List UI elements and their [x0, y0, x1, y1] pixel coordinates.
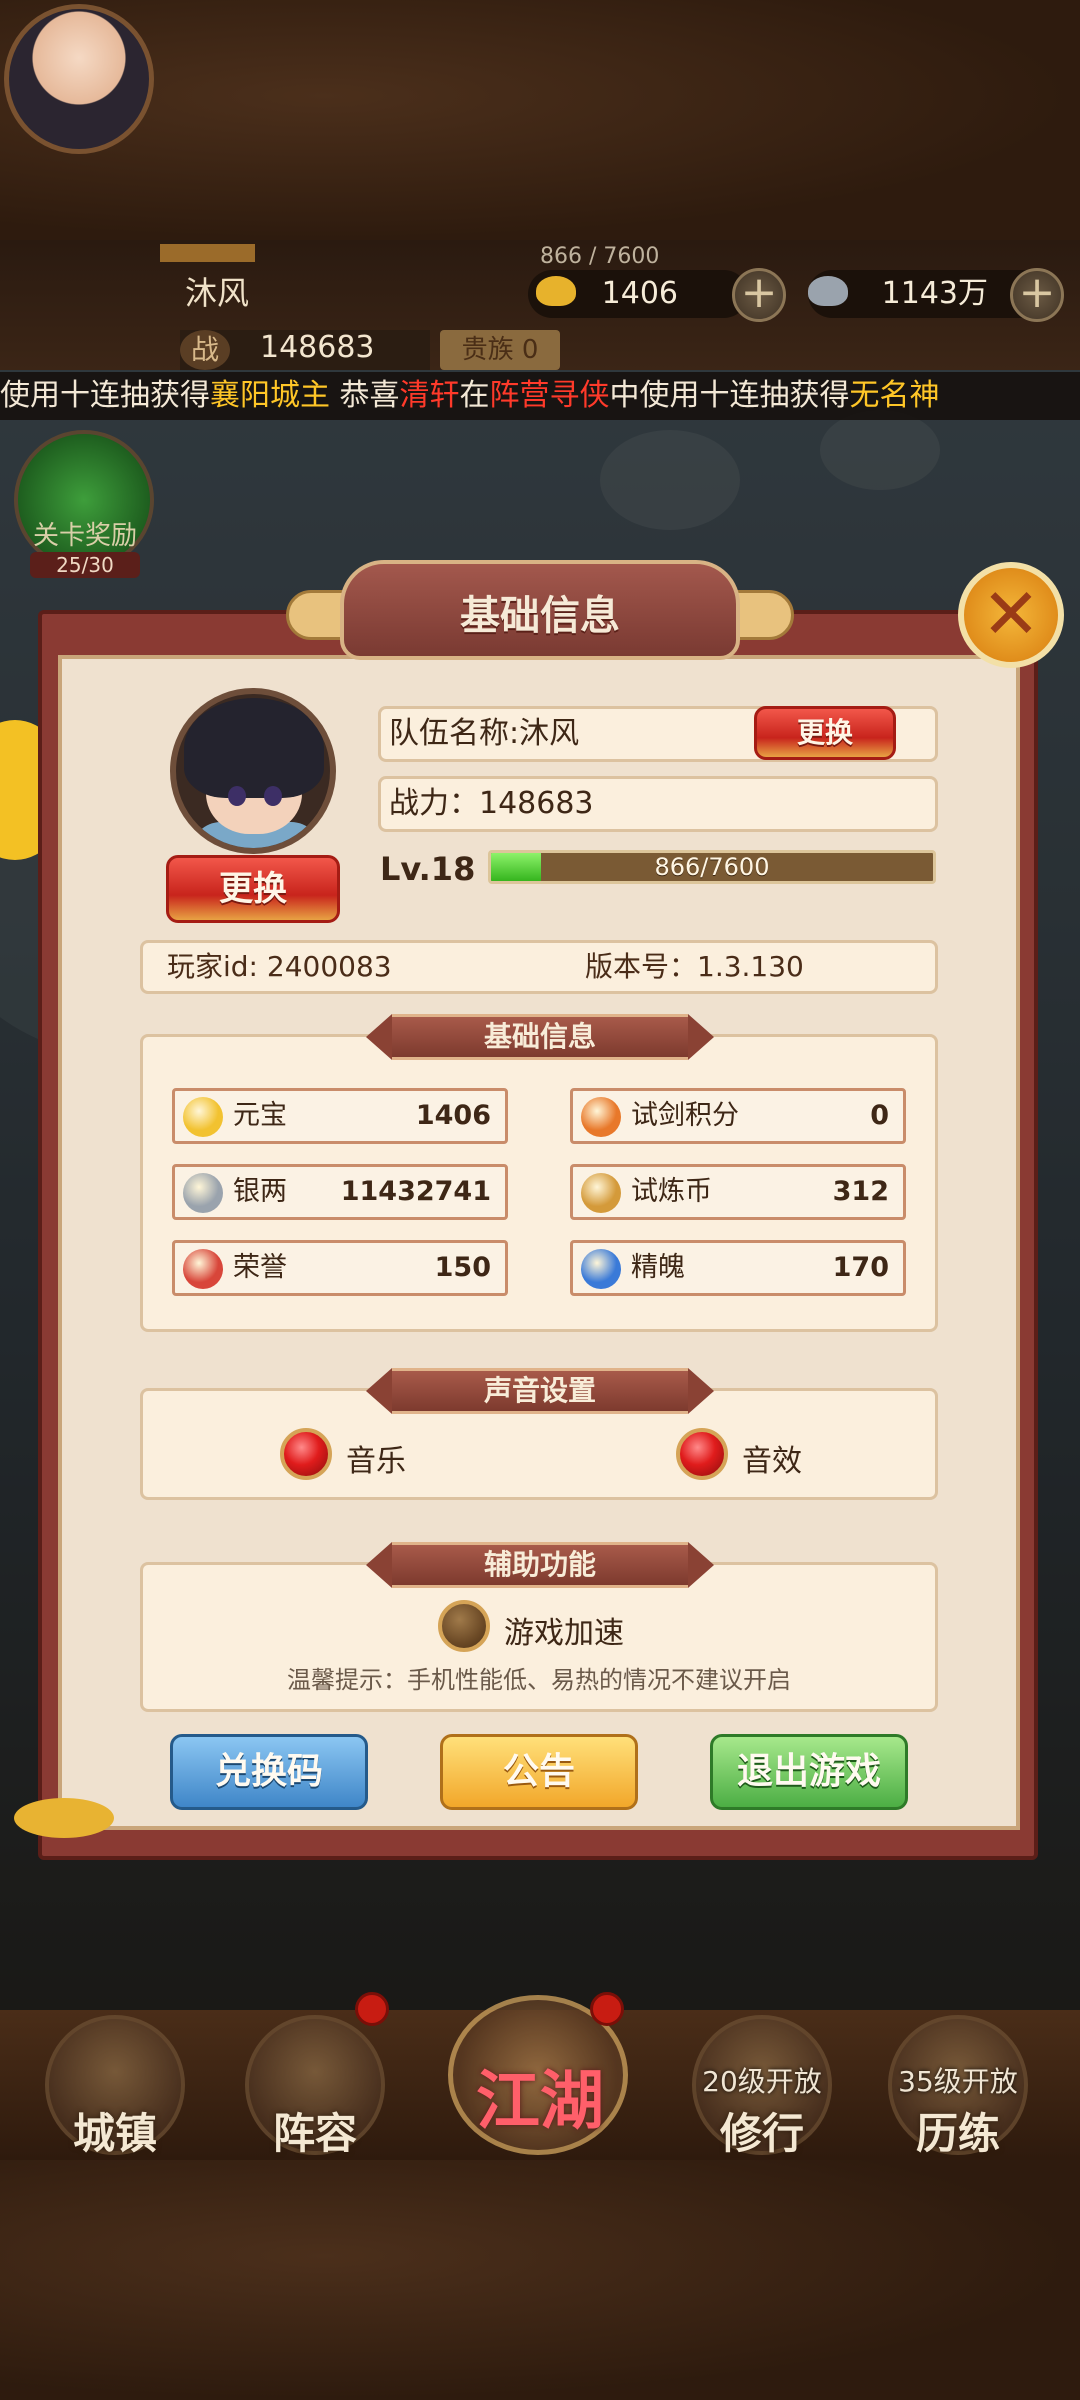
jianghu-notification-dot — [590, 1992, 624, 2026]
xp-progress-bar: 866/7600 — [488, 850, 936, 884]
ticker-highlight: 清轩 — [399, 378, 460, 413]
music-toggle[interactable] — [280, 1428, 332, 1480]
power-text: 战力：148683 — [389, 786, 594, 821]
close-modal-button[interactable]: ✕ — [958, 562, 1064, 668]
resource-card: 试剑积分 0 — [570, 1088, 906, 1144]
resource-value: 150 — [434, 1252, 491, 1283]
sfx-toggle[interactable] — [676, 1428, 728, 1480]
resource-value: 0 — [870, 1100, 889, 1131]
lineup-notification-dot — [355, 1992, 389, 2026]
assist-functions-ribbon: 辅助功能 — [366, 1542, 714, 1588]
resource-value: 1406 — [415, 1100, 491, 1131]
bottom-letterbox — [0, 2160, 1080, 2400]
trial-coin-icon — [581, 1173, 621, 1213]
xp-progress-text: 866/7600 — [654, 853, 770, 881]
level-label: Lv.18 — [380, 850, 476, 888]
ticker-highlight: 襄阳城主 — [210, 378, 330, 413]
ticker-text: 恭喜 — [330, 378, 400, 413]
version-text: 版本号：1.3.130 — [585, 950, 804, 983]
ticker-text: 使用十连抽获得 — [0, 378, 210, 413]
honor-icon — [183, 1249, 223, 1289]
resource-name: 精魄 — [631, 1252, 685, 1283]
hud-player-name: 沐风 — [185, 274, 250, 312]
resource-value: 170 — [832, 1252, 889, 1283]
speedup-toggle[interactable] — [438, 1600, 490, 1652]
logout-button[interactable]: 退出游戏 — [710, 1734, 908, 1810]
resource-name: 试炼币 — [631, 1176, 712, 1207]
soul-icon — [581, 1249, 621, 1289]
hud-exp-bar — [160, 244, 255, 262]
sword-trial-icon — [581, 1097, 621, 1137]
ticker-highlight: 阵营寻侠 — [489, 378, 610, 413]
resource-card: 试炼币 312 — [570, 1164, 906, 1220]
resource-name: 元宝 — [233, 1100, 287, 1131]
close-icon: ✕ — [981, 573, 1041, 655]
music-label: 音乐 — [346, 1444, 406, 1479]
top-letterbox — [0, 0, 1080, 240]
redeem-code-button[interactable]: 兑换码 — [170, 1734, 368, 1810]
resource-name: 银两 — [233, 1176, 287, 1207]
hud-player-avatar[interactable] — [4, 4, 154, 154]
player-id-text: 玩家id: 2400083 — [167, 950, 392, 983]
sfx-label: 音效 — [742, 1444, 802, 1479]
basic-info-ribbon: 基础信息 — [366, 1014, 714, 1060]
sound-settings-ribbon: 声音设置 — [366, 1368, 714, 1414]
noble-button[interactable]: 贵族 0 — [440, 330, 560, 370]
stage-reward-count: 25/30 — [30, 552, 140, 578]
add-silver-button[interactable]: + — [1010, 268, 1064, 322]
player-id-row: 玩家id: 2400083 版本号：1.3.130 — [140, 940, 938, 994]
announcement-ticker: 使用十连抽获得襄阳城主 恭喜清轩在阵营寻侠中使用十连抽获得无名神 — [0, 372, 1080, 420]
change-team-name-button[interactable]: 更换 — [754, 706, 896, 760]
hud-silver-value: 1143万 — [881, 276, 988, 311]
stage-reward-label: 关卡奖励 — [32, 521, 137, 551]
silver-ingot-icon — [183, 1173, 223, 1213]
resource-value: 11432741 — [340, 1176, 491, 1207]
hud-power-label: 战 — [180, 330, 230, 370]
gold-ingot-icon — [183, 1097, 223, 1137]
nav-jianghu-label: 江湖 — [476, 2065, 604, 2139]
notice-button[interactable]: 公告 — [440, 1734, 638, 1810]
team-name-text: 队伍名称:沐风 — [389, 716, 580, 751]
ticker-highlight: 无名神 — [849, 378, 940, 413]
ticker-text: 中使用十连抽获得 — [609, 378, 850, 413]
ticker-text: 在 — [459, 378, 490, 413]
nav-town-label: 城镇 — [72, 2109, 157, 2158]
nav-practice-label: 修行 — [719, 2109, 804, 2158]
nav-practice-lock-text: 20级开放 — [702, 2065, 822, 2098]
silver-ingot-icon — [808, 276, 848, 306]
resource-name: 荣誉 — [233, 1252, 287, 1283]
resource-card: 精魄 170 — [570, 1240, 906, 1296]
hud-power-value: 148683 — [260, 330, 375, 365]
hud-gold-value: 1406 — [601, 276, 678, 311]
nav-lineup-label: 阵容 — [272, 2109, 357, 2158]
change-portrait-button[interactable]: 更换 — [166, 855, 340, 923]
resource-value: 312 — [832, 1176, 889, 1207]
speedup-hint: 温馨提示：手机性能低、易热的情况不建议开启 — [287, 1666, 791, 1694]
speedup-label: 游戏加速 — [504, 1616, 624, 1651]
nav-training-lock-text: 35级开放 — [898, 2065, 1018, 2098]
add-gold-button[interactable]: + — [732, 268, 786, 322]
power-field: 战力：148683 — [378, 776, 938, 832]
resource-card: 荣誉 150 — [172, 1240, 508, 1296]
resource-card: 元宝 1406 — [172, 1088, 508, 1144]
nav-training-label: 历练 — [915, 2109, 1000, 2158]
modal-title: 基础信息 — [460, 593, 620, 639]
gold-ingot-icon — [536, 276, 576, 306]
cloud-ornament — [14, 1798, 114, 1838]
resource-card: 银两 11432741 — [172, 1164, 508, 1220]
resource-name: 试剑积分 — [631, 1100, 739, 1131]
hud-exp-text: 866 / 7600 — [540, 244, 660, 269]
player-portrait — [170, 688, 336, 854]
